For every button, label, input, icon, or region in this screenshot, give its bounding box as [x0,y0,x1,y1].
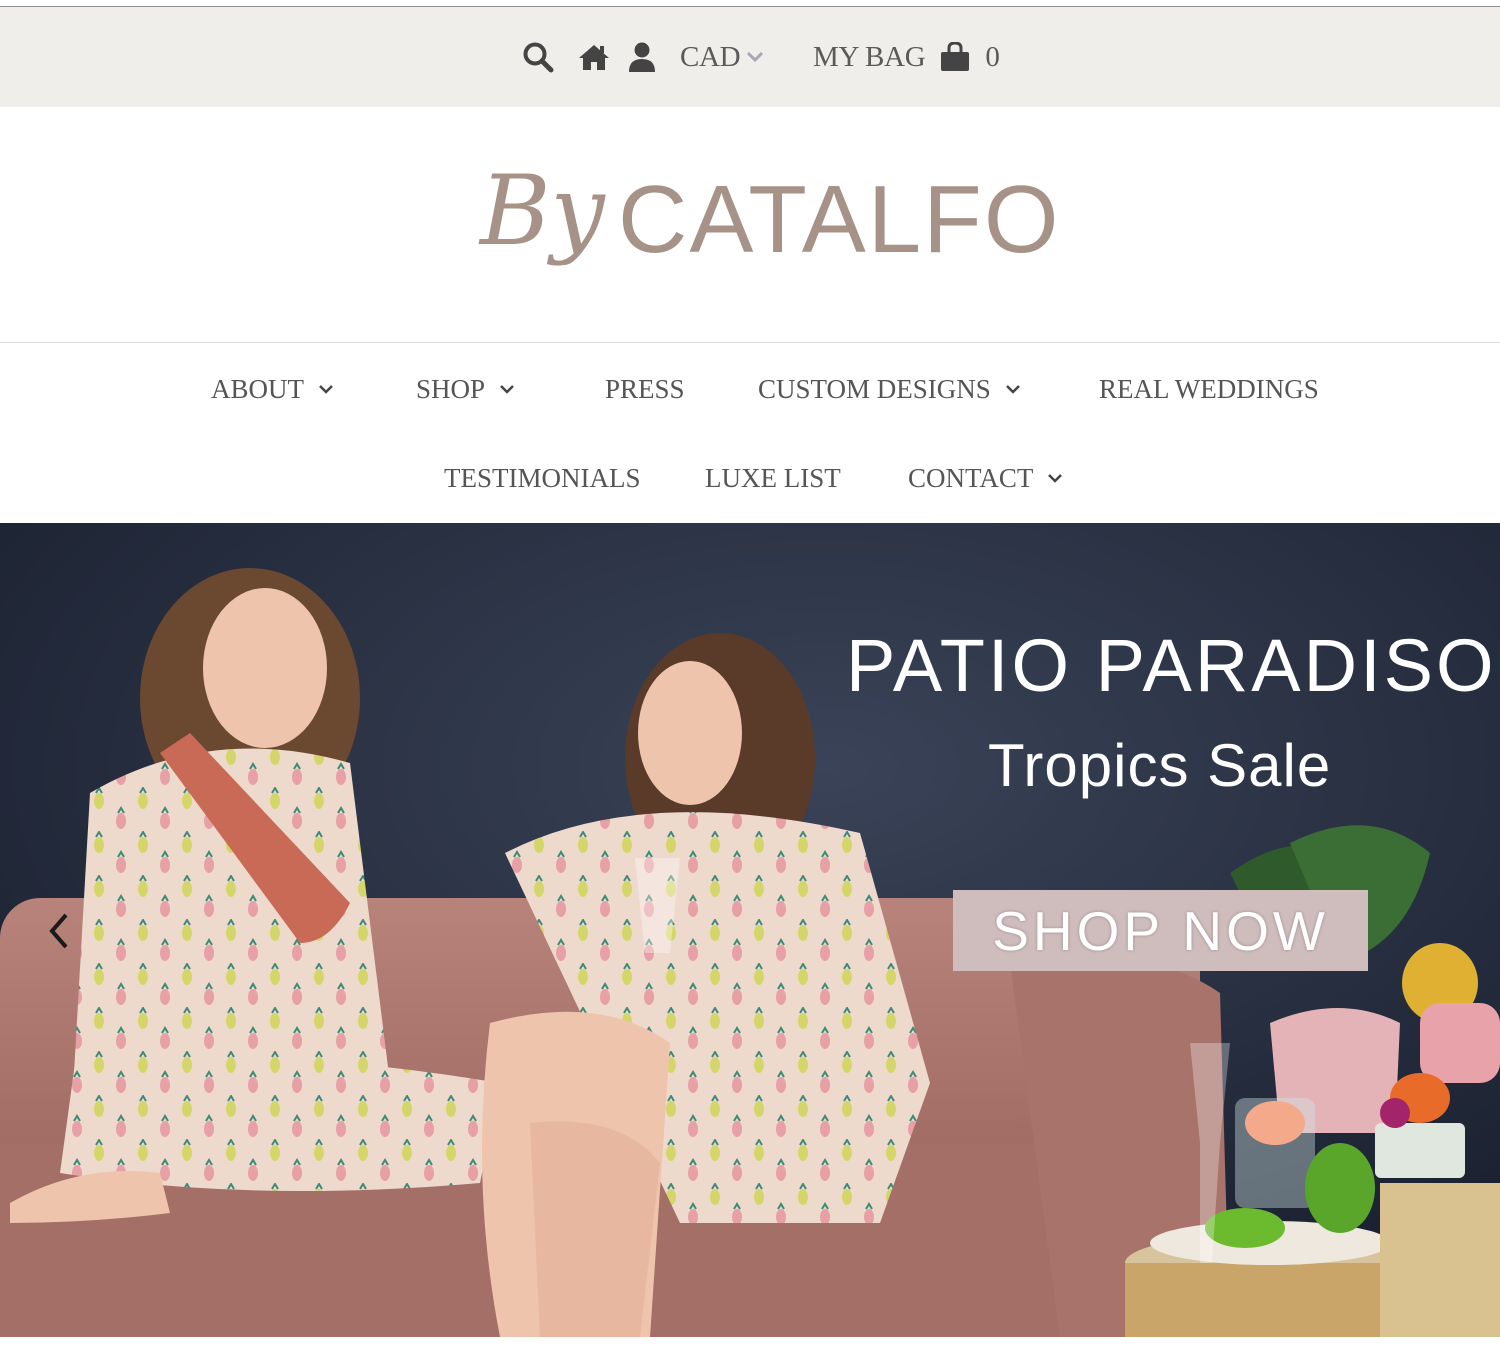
chevron-down-icon [319,385,333,394]
shop-now-button[interactable]: SHOP NOW [953,890,1368,971]
hero-banner: PATIO PARADISO Tropics Sale SHOP NOW [0,523,1500,1337]
hero-subtitle: Tropics Sale [988,732,1332,799]
search-icon [523,42,554,73]
nav-item-shop[interactable]: SHOP [416,369,515,409]
nav-item-testimonials[interactable]: TESTIMONIALS [444,458,641,498]
nav-label: LUXE LIST [705,462,841,493]
nav-divider [0,342,1500,343]
nav-label: TESTIMONIALS [444,462,641,493]
currency-selector[interactable]: CAD [680,7,764,107]
home-button[interactable] [578,7,610,107]
chevron-down-icon [500,385,514,394]
logo-by: By [480,155,605,267]
nav-label: PRESS [605,373,685,404]
nav-item-luxe-list[interactable]: LUXE LIST [705,458,841,498]
carousel-prev-button[interactable] [46,911,72,956]
nav-label: CONTACT [908,462,1034,493]
my-bag-link[interactable]: MY BAG 0 [813,7,1000,107]
user-icon [629,42,655,72]
bag-label: MY BAG [813,40,926,73]
nav-item-about[interactable]: ABOUT [211,369,334,409]
nav-label: CUSTOM DESIGNS [758,373,991,404]
nav-item-press[interactable]: PRESS [605,369,685,409]
nav-item-real-weddings[interactable]: REAL WEDDINGS [1099,369,1319,409]
site-logo[interactable]: By CATALFO [0,107,1500,343]
logo-name: CATALFO [618,166,1061,273]
account-button[interactable] [628,7,656,107]
bag-count: 0 [985,40,1000,73]
chevron-down-icon [1048,474,1063,483]
hero-title: PATIO PARADISO [846,624,1497,707]
nav-item-custom-designs[interactable]: CUSTOM DESIGNS [758,369,1021,409]
utility-bar: CAD MY BAG 0 [0,7,1500,107]
nav-label: SHOP [416,373,486,404]
nav-item-contact[interactable]: CONTACT [908,458,1063,498]
chevron-down-icon [1005,385,1020,394]
chevron-left-icon [49,913,68,949]
search-button[interactable] [522,7,554,107]
chevron-down-icon [747,51,764,63]
home-icon [579,45,609,70]
nav-label: REAL WEDDINGS [1099,373,1319,404]
nav-label: ABOUT [211,373,304,404]
shopping-bag-icon [941,42,970,71]
currency-label: CAD [680,40,741,73]
